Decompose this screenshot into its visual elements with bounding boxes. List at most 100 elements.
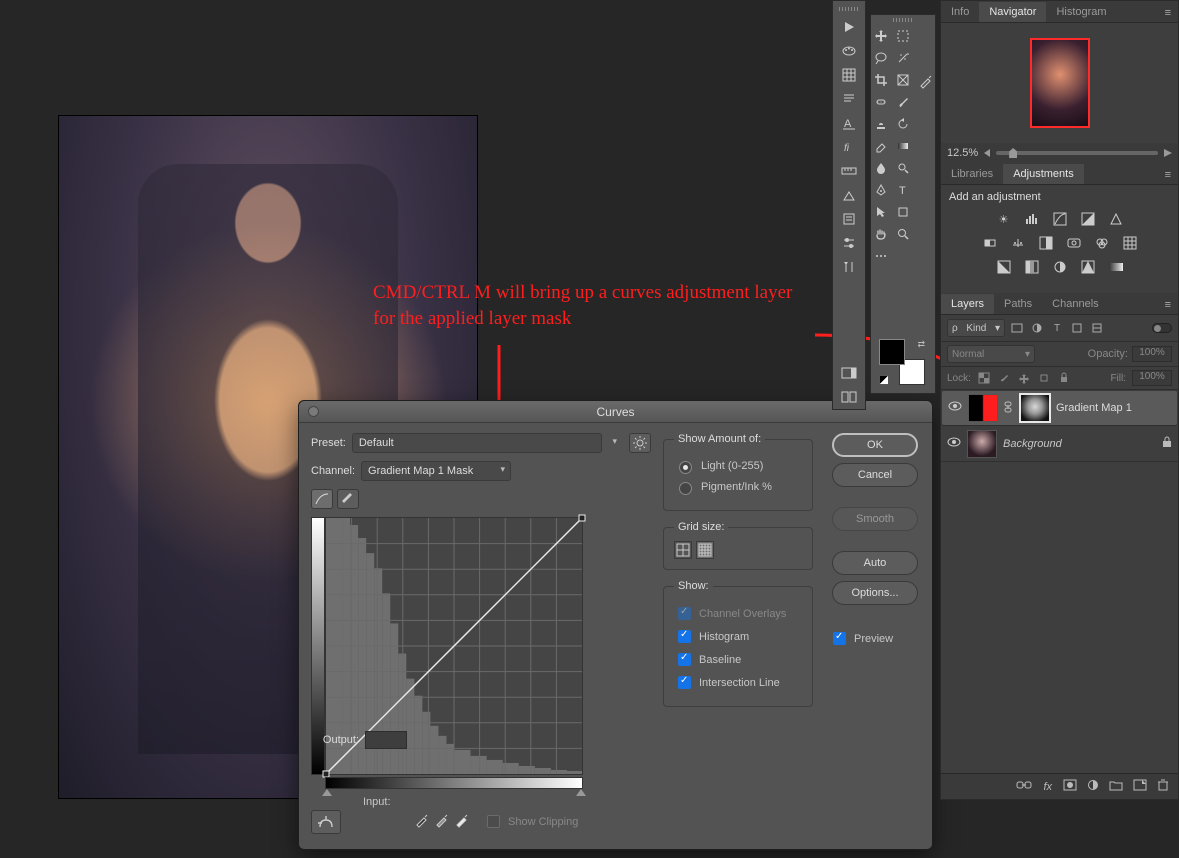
wand-tool-icon[interactable] [892,47,914,69]
paragraph-icon[interactable] [836,88,862,110]
new-layer-icon[interactable] [1134,780,1146,793]
zoom-in-icon[interactable] [1164,149,1172,157]
gray-eyedropper-icon[interactable] [435,813,449,830]
hand-tool-icon[interactable] [870,223,892,245]
lock-position-icon[interactable] [1017,371,1031,385]
show-clipping-checkbox[interactable]: Show Clipping [483,812,578,831]
blend-mode-select[interactable]: Normal▾ [947,345,1035,363]
levels-icon[interactable] [1023,211,1041,227]
hue-sat-icon[interactable] [981,235,999,251]
tools-icon[interactable] [836,256,862,278]
check-intersection[interactable]: Intersection Line [674,673,802,692]
output-field[interactable] [365,731,407,749]
frame-tool-icon[interactable] [892,69,914,91]
fx-icon[interactable]: fx [1043,781,1052,793]
expand-icon[interactable] [836,386,862,408]
radio-pigment[interactable]: Pigment/Ink % [674,479,802,495]
settings-gear-icon[interactable] [629,433,651,453]
layer-name[interactable]: Gradient Map 1 [1056,402,1132,414]
brightness-contrast-icon[interactable]: ☀ [995,211,1013,227]
panel-menu-icon[interactable]: ≡ [1162,4,1174,22]
zoom-out-icon[interactable] [984,149,990,157]
delete-layer-icon[interactable] [1158,779,1168,794]
zoom-tool-icon[interactable] [892,223,914,245]
eraser-tool-icon[interactable] [870,135,892,157]
exposure-icon[interactable] [1079,211,1097,227]
auto-button[interactable]: Auto [832,551,918,575]
color-lookup-icon[interactable] [1121,235,1139,251]
notes-icon[interactable] [836,208,862,230]
lasso-tool-icon[interactable] [870,47,892,69]
options-button[interactable]: Options... [832,581,918,605]
dodge-tool-icon[interactable] [892,157,914,179]
filter-adjustment-icon[interactable] [1029,320,1045,336]
smooth-button[interactable]: Smooth [832,507,918,531]
black-eyedropper-icon[interactable] [415,813,429,830]
new-group-icon[interactable] [1110,780,1122,793]
shape-tool-icon[interactable] [892,201,914,223]
history-brush-icon[interactable] [892,113,914,135]
navigator-preview[interactable] [941,23,1178,143]
color-balance-icon[interactable] [1009,235,1027,251]
check-baseline[interactable]: Baseline [674,650,802,669]
new-adjustment-icon[interactable] [1088,780,1098,793]
swap-colors-icon[interactable]: ⇄ [917,339,925,350]
ruler-icon[interactable] [836,160,862,182]
check-channel-overlays[interactable]: Channel Overlays [674,604,802,623]
selective-color-icon[interactable] [1079,259,1097,275]
layer-mask-thumbnail[interactable] [1020,394,1050,422]
filter-shape-icon[interactable] [1069,320,1085,336]
zoom-slider[interactable] [996,151,1158,155]
tab-histogram[interactable]: Histogram [1046,2,1116,22]
tab-paths[interactable]: Paths [994,294,1042,314]
marquee-tool-icon[interactable] [892,25,914,47]
check-histogram[interactable]: Histogram [674,627,802,646]
swatches-icon[interactable] [836,40,862,62]
fill-field[interactable]: 100% [1132,370,1172,386]
visibility-eye-icon[interactable] [948,401,962,415]
channel-select[interactable]: Gradient Map 1 Mask [361,461,511,481]
ok-button[interactable]: OK [832,433,918,457]
layer-row-background[interactable]: Background [941,426,1178,462]
panel-menu-icon[interactable]: ≡ [1162,296,1174,314]
play-icon[interactable] [836,16,862,38]
zoom-value[interactable]: 12.5% [947,147,978,159]
lock-pixels-icon[interactable] [977,371,991,385]
blur-tool-icon[interactable] [870,157,892,179]
glyphs-icon[interactable]: fi [836,136,862,158]
grid-4x4-icon[interactable] [674,541,692,559]
filter-pixel-icon[interactable] [1009,320,1025,336]
layer-row-gradient-map-1[interactable]: Gradient Map 1 [941,390,1178,426]
tab-channels[interactable]: Channels [1042,294,1108,314]
toolbox-grip-icon[interactable] [893,18,913,22]
default-colors-icon[interactable] [879,375,889,385]
brush-tool-icon[interactable] [892,91,914,113]
posterize-icon[interactable] [1023,259,1041,275]
layer-filter-kind-select[interactable]: ρ Kind▾ [947,319,1005,337]
visibility-eye-icon[interactable] [947,437,961,451]
tab-adjustments[interactable]: Adjustments [1003,164,1084,184]
tab-navigator[interactable]: Navigator [979,2,1046,22]
channel-mixer-icon[interactable] [1093,235,1111,251]
panel-grip-icon[interactable] [839,7,859,11]
white-eyedropper-icon[interactable] [455,813,469,830]
target-adjust-icon[interactable] [311,810,341,834]
vibrance-icon[interactable] [1107,211,1125,227]
edit-toolbar-icon[interactable] [870,245,892,267]
path-select-icon[interactable] [870,201,892,223]
add-mask-icon[interactable] [1064,780,1076,793]
preview-checkbox[interactable]: Preview [829,629,893,648]
eyedropper-tool-icon[interactable] [914,69,936,91]
gradient-tool-icon[interactable] [892,135,914,157]
foreground-color-swatch[interactable] [879,339,905,365]
lock-all-icon[interactable] [1057,371,1071,385]
bw-icon[interactable] [1037,235,1055,251]
curves-icon[interactable] [1051,211,1069,227]
heal-tool-icon[interactable] [870,91,892,113]
photo-filter-icon[interactable] [1065,235,1083,251]
threshold-icon[interactable] [1051,259,1069,275]
filter-type-icon[interactable]: T [1049,320,1065,336]
radio-light[interactable]: Light (0-255) [674,458,802,474]
layer-name[interactable]: Background [1003,438,1062,450]
grid-panel-icon[interactable] [836,64,862,86]
